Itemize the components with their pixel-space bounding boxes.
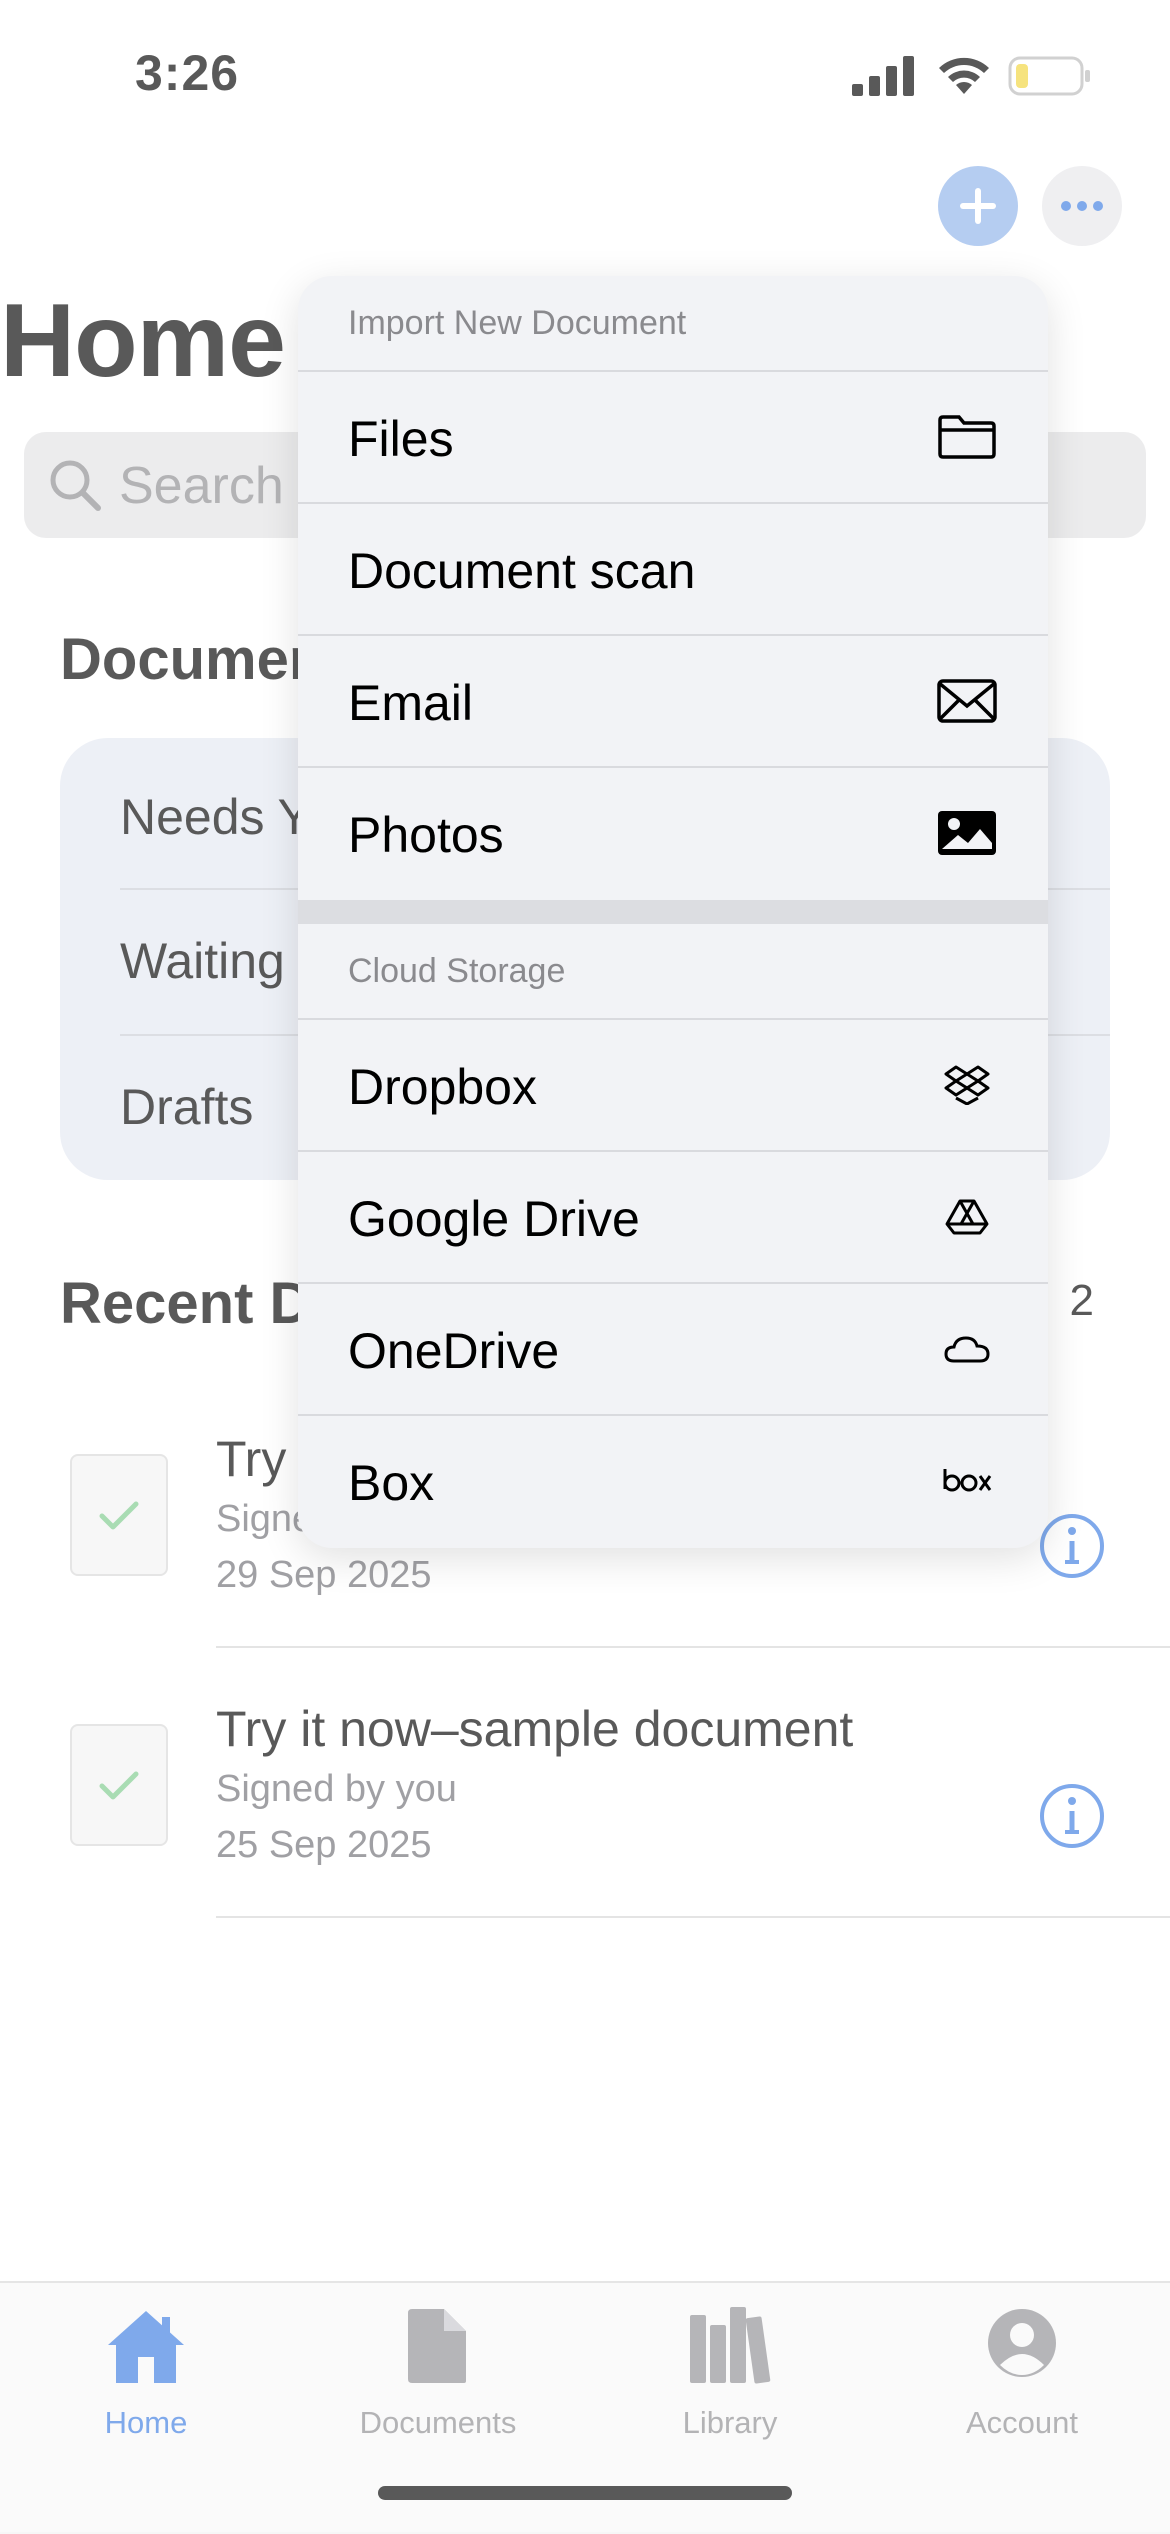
menu-item-label: OneDrive — [348, 1323, 560, 1379]
folder-icon — [936, 408, 998, 466]
menu-item-photos[interactable]: Photos — [298, 766, 1048, 898]
envelope-icon — [936, 672, 998, 730]
menu-item-onedrive[interactable]: OneDrive — [298, 1282, 1048, 1414]
menu-item-dropbox[interactable]: Dropbox — [298, 1018, 1048, 1150]
google-drive-icon — [936, 1188, 998, 1246]
cloud-header-label: Cloud Storage — [348, 952, 566, 990]
menu-item-label: Email — [348, 675, 474, 731]
menu-section-header: Import New Document — [298, 276, 1048, 372]
photo-icon — [936, 804, 998, 862]
box-logo-icon — [936, 1452, 998, 1510]
menu-item-email[interactable]: Email — [298, 634, 1048, 766]
menu-item-label: Document scan — [348, 543, 696, 599]
menu-item-document-scan[interactable]: Document scan — [298, 502, 1048, 634]
dropbox-icon — [936, 1056, 998, 1114]
menu-item-box[interactable]: Box — [298, 1414, 1048, 1546]
menu-item-google-drive[interactable]: Google Drive — [298, 1150, 1048, 1282]
menu-section-header: Cloud Storage — [298, 924, 1048, 1020]
menu-item-label: Dropbox — [348, 1059, 537, 1115]
menu-item-label: Photos — [348, 807, 504, 863]
menu-item-files[interactable]: Files — [298, 370, 1048, 502]
menu-item-label: Google Drive — [348, 1191, 640, 1247]
import-header-label: Import New Document — [348, 304, 687, 342]
section-separator — [298, 900, 1048, 924]
menu-item-label: Box — [348, 1455, 435, 1511]
cloud-icon — [936, 1320, 998, 1378]
menu-item-label: Files — [348, 411, 454, 467]
import-menu: Import New Document Files Document scan … — [298, 276, 1048, 1548]
